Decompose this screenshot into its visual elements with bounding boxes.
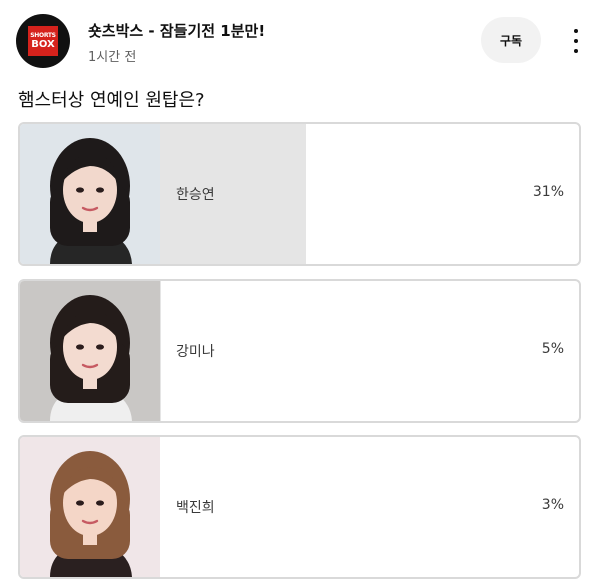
- option-percent: 3%: [541, 497, 564, 513]
- option-photo: [20, 437, 160, 577]
- poll-result-bar: [160, 281, 161, 421]
- option-label: 한승연: [176, 187, 215, 203]
- option-photo: [20, 281, 160, 421]
- option-photo: [20, 124, 160, 264]
- shorts-box-logo: SHORTS BOX: [25, 23, 61, 59]
- more-options-icon[interactable]: [566, 26, 586, 56]
- poll-option[interactable]: 한승연 31%: [18, 122, 581, 266]
- channel-name[interactable]: 숏츠박스 - 잠들기전 1분만!: [88, 20, 265, 41]
- option-label: 백진희: [176, 500, 215, 516]
- option-percent: 31%: [532, 184, 564, 200]
- subscribe-button[interactable]: 구독: [481, 17, 541, 63]
- poll-question: 햄스터상 연예인 원탑은?: [18, 90, 205, 111]
- option-label: 강미나: [176, 344, 215, 360]
- option-percent: 5%: [541, 341, 564, 357]
- post-time: 1시간 전: [88, 50, 137, 65]
- channel-avatar[interactable]: SHORTS BOX: [16, 14, 70, 68]
- poll-option[interactable]: 백진희 3%: [18, 435, 581, 579]
- post-header: SHORTS BOX 숏츠박스 - 잠들기전 1분만! 1시간 전 구독: [0, 0, 600, 80]
- poll-option[interactable]: 강미나 5%: [18, 279, 581, 423]
